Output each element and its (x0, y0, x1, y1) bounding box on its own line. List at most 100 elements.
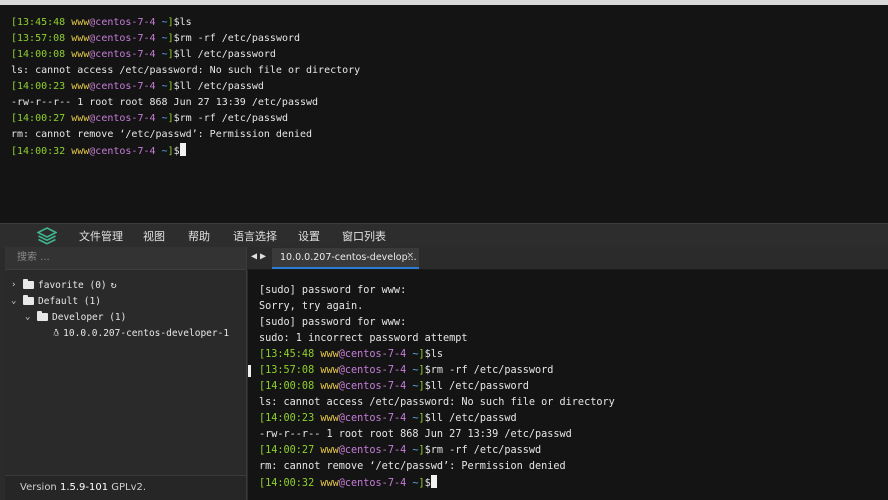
tab-bar: ◀ ▶ 10.0.0.207-centos-develop... × (247, 247, 888, 270)
output-text: rm: cannot remove ‘/etc/passwd’: Permiss… (11, 129, 313, 140)
menu-settings[interactable]: 设置 (298, 228, 320, 244)
terminal-cursor (430, 475, 437, 488)
output-line: rm: cannot remove ‘/etc/passwd’: Permiss… (259, 459, 615, 475)
chevron-right-icon[interactable]: › (11, 280, 23, 290)
output-line: sudo: 1 incorrect password attempt (259, 331, 615, 347)
prompt-time: [14:00:32 (11, 146, 72, 157)
output-line: ls: cannot access /etc/password: No such… (259, 395, 615, 411)
linux-icon: 🐧︎ (53, 327, 60, 339)
version-prefix: Version (20, 482, 60, 493)
prompt-user: www (71, 81, 90, 92)
refresh-icon[interactable]: ↻ (111, 280, 117, 291)
panel-divider[interactable] (246, 247, 247, 500)
command-text: $ll /etc/password (173, 49, 276, 60)
prompt-host: @centos-7-4 (89, 17, 162, 28)
command-text: $ll /etc/password (424, 381, 529, 392)
output-text: Sorry, try again. (259, 301, 364, 312)
menu-file-manager[interactable]: 文件管理 (79, 228, 123, 244)
prompt-time: [14:00:08 (259, 381, 321, 392)
tree-item-label: 10.0.0.207-centos-developer-1 (63, 327, 230, 339)
output-line: [sudo] password for www: (259, 315, 615, 331)
tab-label: 10.0.0.207-centos-develop... (280, 252, 417, 263)
command-text: $rm -rf /etc/password (173, 33, 301, 44)
prompt-host: @centos-7-4 (338, 445, 413, 456)
session-terminal[interactable]: [sudo] password for www: Sorry, try again… (248, 270, 888, 500)
tab-prev-icon[interactable]: ◀ (251, 251, 257, 262)
prompt-time: [14:00:23 (259, 413, 321, 424)
prompt-line: [14:00:27 www@centos-7-4 ~]$rm -rf /etc/… (11, 111, 360, 127)
prompt-line: [13:45:48 www@centos-7-4 ~]$ls (11, 15, 360, 31)
tree-item-label: Default (1) (38, 295, 101, 307)
search-box (5, 247, 246, 270)
prompt-line: [13:45:48 www@centos-7-4 ~]$ls (259, 347, 615, 363)
prompt-time: [13:57:08 (11, 33, 72, 44)
prompt-host: @centos-7-4 (338, 365, 413, 376)
command-text: $ll /etc/passwd (424, 413, 517, 424)
prompt-line: [13:57:08 www@centos-7-4 ~]$rm -rf /etc/… (259, 363, 615, 379)
command-text: $ls (173, 17, 192, 28)
prompt-line: [14:00:08 www@centos-7-4 ~]$ll /etc/pass… (259, 379, 615, 395)
command-text: $ls (424, 349, 444, 360)
output-line: [sudo] password for www: (259, 283, 615, 299)
top-window-edge (0, 0, 888, 5)
output-line: Sorry, try again. (259, 299, 615, 315)
folder-icon (23, 295, 34, 305)
tab-session[interactable]: 10.0.0.207-centos-develop... × (272, 248, 419, 269)
menu-language[interactable]: 语言选择 (233, 228, 277, 244)
prompt-host: @centos-7-4 (89, 113, 162, 124)
prompt-line: [14:00:32 www@centos-7-4 ~]$ (259, 475, 615, 491)
tree-item-developer[interactable]: ⌄ Developer (1) (25, 309, 126, 325)
prompt-line: [14:00:23 www@centos-7-4 ~]$ll /etc/pass… (11, 79, 360, 95)
prompt-time: [14:00:32 (259, 478, 321, 489)
output-text: rm: cannot remove ‘/etc/passwd’: Permiss… (259, 461, 566, 472)
version-suffix: GPLv2. (108, 482, 147, 493)
tree-item-favorite[interactable]: › favorite (0) ↻ (11, 277, 117, 293)
prompt-user: www (320, 365, 339, 376)
prompt-host: @centos-7-4 (338, 413, 413, 424)
output-text: -rw-r--r-- 1 root root 868 Jun 27 13:39 … (259, 429, 572, 440)
prompt-time: [13:45:48 (259, 349, 321, 360)
prompt-user: www (71, 113, 90, 124)
chevron-down-icon[interactable]: ⌄ (11, 296, 23, 306)
scrollbar-thumb[interactable] (248, 365, 251, 377)
output-line: ls: cannot access /etc/password: No such… (11, 63, 360, 79)
top-terminal[interactable]: [13:45:48 www@centos-7-4 ~]$ls [13:57:08 … (0, 0, 888, 223)
close-icon[interactable]: × (406, 251, 414, 261)
tree-item-label: favorite (0) (38, 279, 107, 291)
tab-next-icon[interactable]: ▶ (260, 251, 266, 262)
prompt-user: www (320, 445, 339, 456)
top-terminal-output: [13:45:48 www@centos-7-4 ~]$ls [13:57:08 … (11, 15, 360, 159)
prompt-line: [14:00:32 www@centos-7-4 ~]$ (11, 143, 360, 159)
menu-help[interactable]: 帮助 (188, 228, 210, 244)
menu-view[interactable]: 视图 (143, 228, 165, 244)
prompt-time: [14:00:08 (11, 49, 72, 60)
output-text: ls: cannot access /etc/password: No such… (259, 397, 615, 408)
tree-item-default[interactable]: ⌄ Default (1) (11, 293, 101, 309)
terminal-output: [sudo] password for www: Sorry, try again… (259, 283, 615, 491)
prompt-host: @centos-7-4 (89, 33, 162, 44)
prompt-host: @centos-7-4 (338, 478, 413, 489)
output-text: sudo: 1 incorrect password attempt (259, 333, 468, 344)
prompt-host: @centos-7-4 (338, 381, 413, 392)
prompt-time: [13:57:08 (259, 365, 321, 376)
prompt-line: [14:00:08 www@centos-7-4 ~]$ll /etc/pass… (11, 47, 360, 63)
prompt-host: @centos-7-4 (89, 146, 162, 157)
prompt-time: [13:45:48 (11, 17, 72, 28)
output-text: [sudo] password for www: (259, 285, 407, 296)
output-line: -rw-r--r-- 1 root root 868 Jun 27 13:39 … (259, 427, 615, 443)
prompt-line: [14:00:23 www@centos-7-4 ~]$ll /etc/pass… (259, 411, 615, 427)
chevron-down-icon[interactable]: ⌄ (25, 312, 37, 322)
output-text: [sudo] password for www: (259, 317, 407, 328)
prompt-host: @centos-7-4 (338, 349, 413, 360)
command-text: $rm -rf /etc/passwd (173, 113, 288, 124)
search-input[interactable] (15, 251, 239, 264)
prompt-line: [14:00:27 www@centos-7-4 ~]$rm -rf /etc/… (259, 443, 615, 459)
menu-bar: 文件管理 视图 帮助 语言选择 设置 窗口列表 (0, 223, 888, 248)
tree-item-session[interactable]: 🐧︎ 10.0.0.207-centos-developer-1 (53, 325, 229, 341)
tree-item-label: Developer (1) (52, 311, 127, 323)
prompt-line: [13:57:08 www@centos-7-4 ~]$rm -rf /etc/… (11, 31, 360, 47)
folder-icon (23, 279, 34, 289)
menu-window-list[interactable]: 窗口列表 (342, 228, 386, 244)
output-line: -rw-r--r-- 1 root root 868 Jun 27 13:39 … (11, 95, 360, 111)
prompt-user: www (320, 381, 339, 392)
